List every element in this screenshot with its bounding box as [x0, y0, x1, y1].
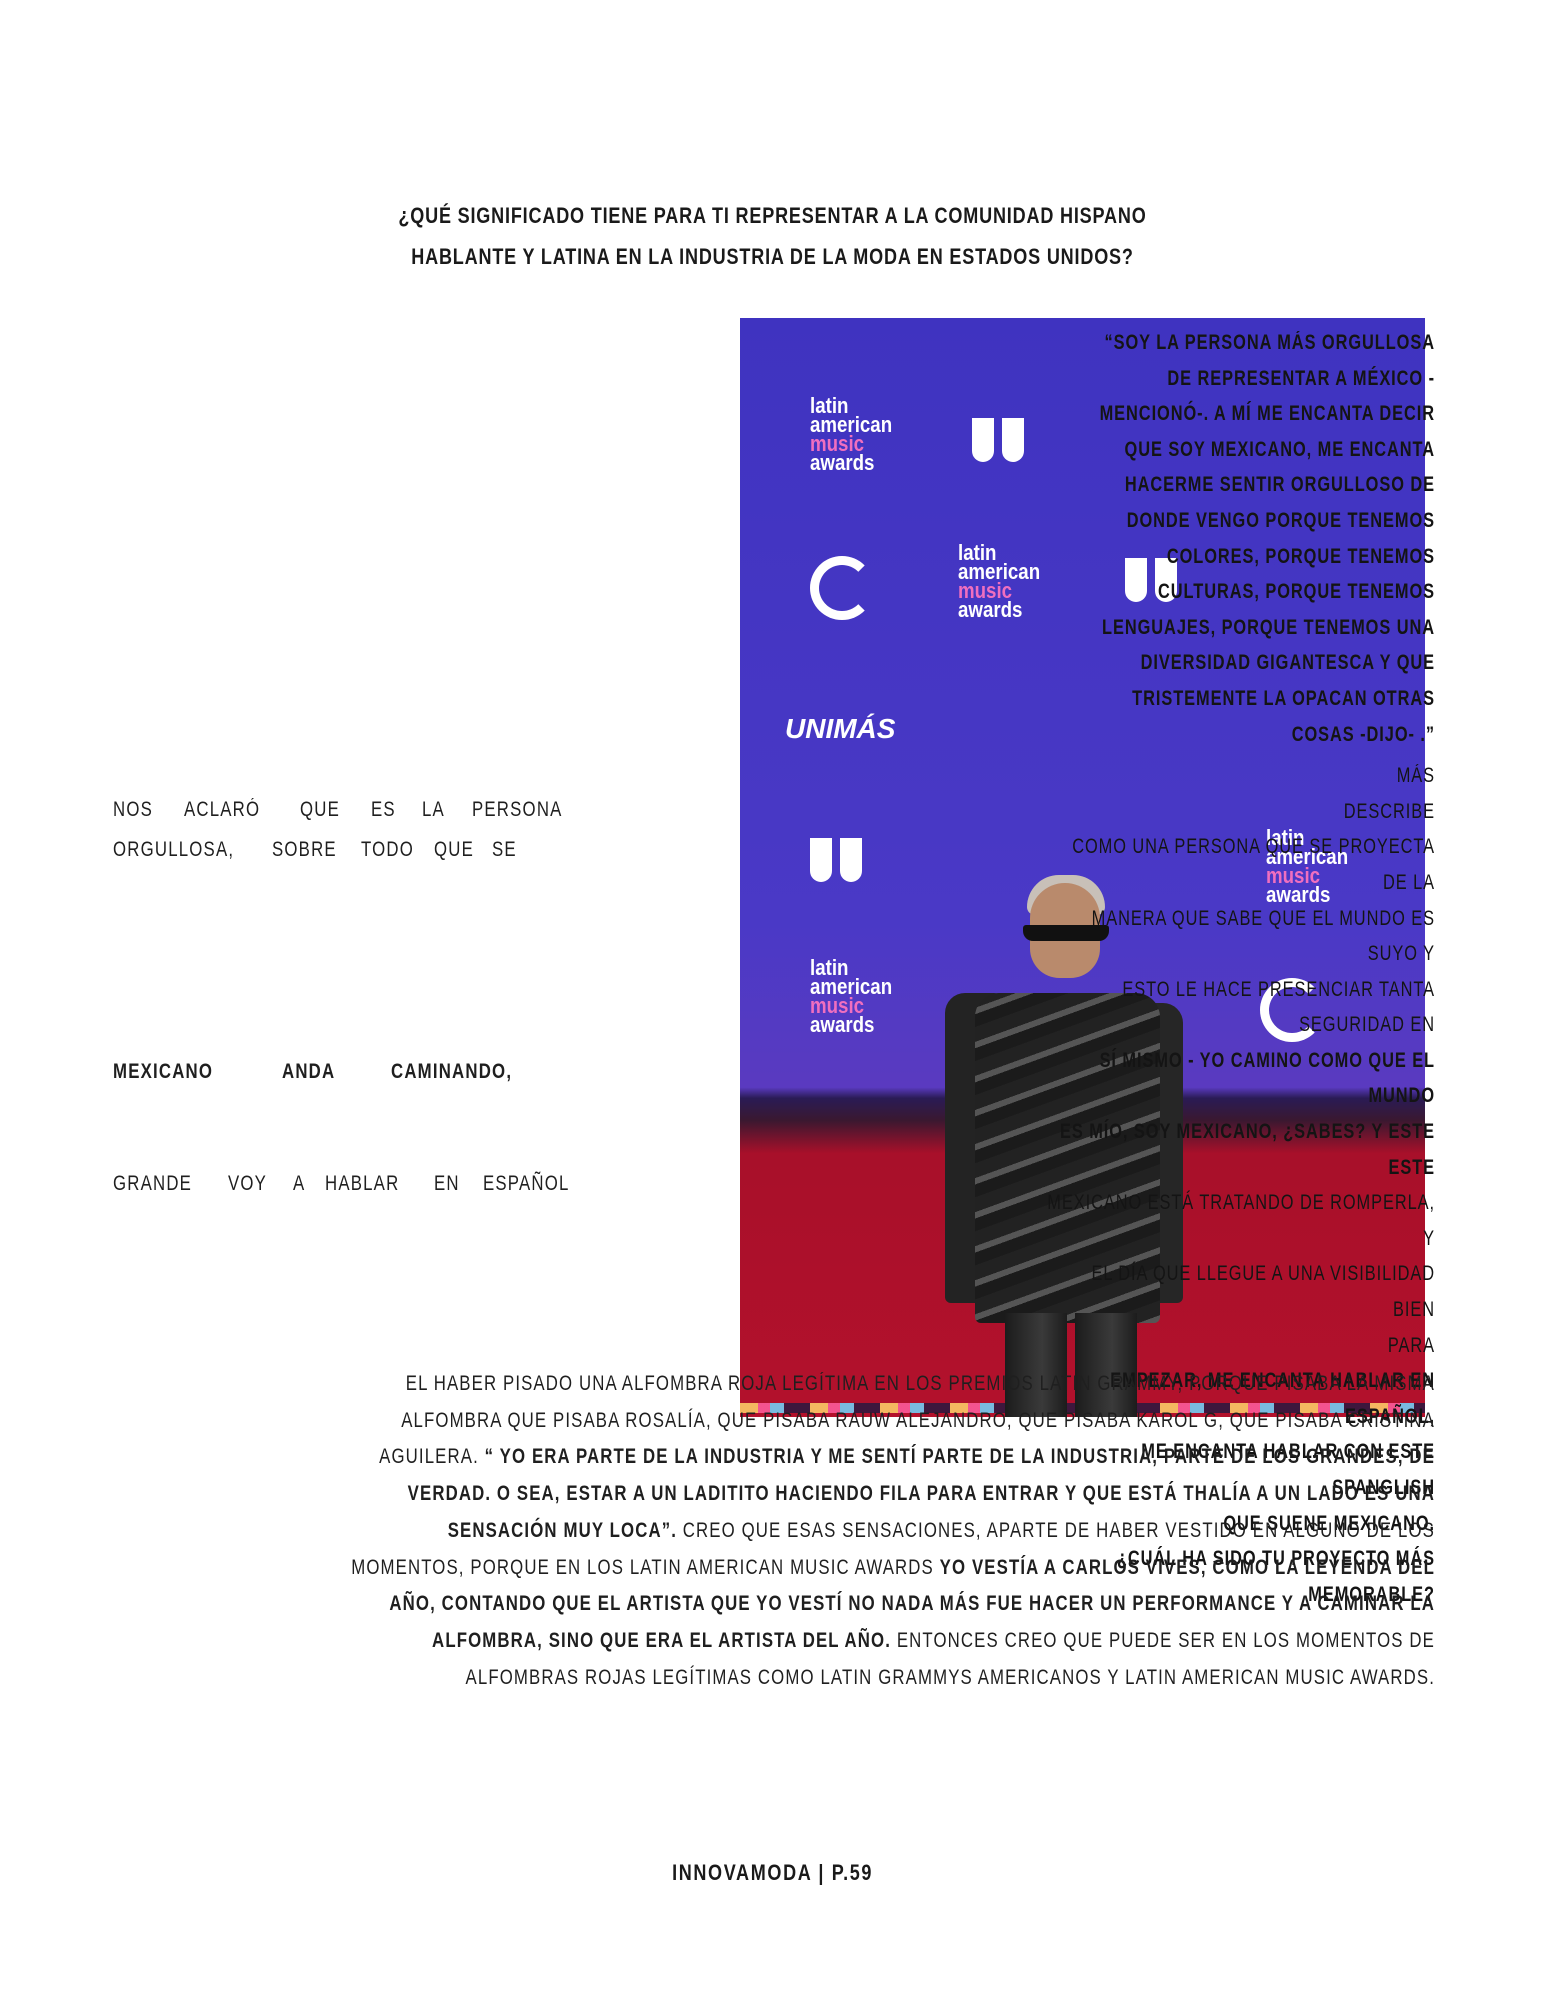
pull-quote-line: COLORES, PORQUE TENEMOS [1166, 544, 1435, 568]
left-word: ESPAÑOL [482, 1172, 570, 1195]
article-text-left-3: GRANDE VOY A HABLAR EN ESPAÑOL [113, 1164, 591, 1204]
pull-quote-line: CULTURAS, PORQUE TENEMOS [1158, 580, 1435, 604]
article-text-left-1: NOS ACLARÓ QUE ES LA PERSONA ORGULLOSA, SOBRE T… [113, 790, 585, 870]
magazine-page-number: INNOVAMODA | P.59 [671, 1860, 873, 1885]
left-line: MEXICANO ANDA CAMINANDO, [113, 1052, 543, 1092]
right-text-line: COMO UNA PERSONA QUE SE PROYECTA DE LA [1072, 835, 1435, 894]
question-line-1: ¿QUÉ SIGNIFICADO TIENE PARA TI REPRESENT… [398, 203, 1147, 228]
pull-quote-line: DIVERSIDAD GIGANTESCA Y QUE [1140, 651, 1435, 675]
left-word: QUE [299, 798, 340, 821]
left-word: MEXICANO [113, 1060, 214, 1083]
left-word: CAMINANDO, [391, 1060, 513, 1083]
univision-logo-icon [810, 838, 862, 890]
left-word: ORGULLOSA, [113, 838, 235, 861]
pull-quote: “SOY LA PERSONA MÁS ORGULLOSA DE REPRESEN… [1045, 325, 1435, 752]
right-text-line: MANERA QUE SABE QUE EL MUNDO ES SUYO Y [1091, 906, 1435, 966]
left-word: ACLARÓ [183, 798, 261, 821]
left-line: ORGULLOSA, SOBRE TODO QUE SE [113, 830, 523, 870]
right-text-line: MEXICANO ESTÁ TRATANDO DE ROMPERLA, Y [1047, 1191, 1435, 1250]
left-word: QUE [434, 838, 475, 861]
right-text-line: ESTE [1388, 1155, 1435, 1179]
pull-quote-line: TRISTEMENTE LA OPACAN OTRAS [1132, 686, 1435, 710]
left-word: VOY [228, 1172, 268, 1195]
awards-logo: latin american music awards [810, 955, 893, 1037]
left-word: GRANDE [113, 1172, 193, 1195]
page-footer: INNOVAMODA | P.59 [0, 1860, 1545, 1886]
right-text-line: ESTO LE HACE PRESENCIAR TANTA SEGURIDAD … [1122, 977, 1435, 1037]
left-word: TODO [360, 838, 414, 861]
left-word: HABLAR [325, 1172, 400, 1195]
left-word: ES [370, 798, 396, 821]
right-text-line: DESCRIBE [1343, 799, 1435, 823]
right-text-line: PARA [1387, 1333, 1435, 1357]
pull-quote-line: “SOY LA PERSONA MÁS ORGULLOSA [1104, 331, 1435, 354]
pull-quote-line: QUE SOY MEXICANO, ME ENCANTA [1124, 437, 1435, 461]
left-word: SOBRE [272, 838, 337, 861]
right-text-line: EL DÍA QUE LLEGUE A UNA VISIBILIDAD BIEN [1091, 1262, 1435, 1322]
unimas-logo: UNIMÁS [785, 713, 896, 744]
left-line: GRANDE VOY A HABLAR EN ESPAÑOL [113, 1164, 591, 1204]
left-word: NOS [113, 798, 154, 821]
pull-quote-line: DE REPRESENTAR A MÉXICO - [1167, 366, 1435, 390]
article-text-left-2: MEXICANO ANDA CAMINANDO, [113, 1052, 543, 1092]
right-text-line: MÁS [1396, 764, 1435, 788]
question-line-2: HABLANTE Y LATINA EN LA INDUSTRIA DE LA … [411, 244, 1134, 269]
pull-quote-line: LENGUAJES, PORQUE TENEMOS UNA [1102, 615, 1435, 639]
left-line: NOS ACLARÓ QUE ES LA PERSONA [113, 790, 585, 830]
right-text-line: SÍ MISMO - YO CAMINO COMO QUE EL MUNDO [1099, 1048, 1435, 1108]
left-word: EN [434, 1172, 461, 1195]
left-word: LA [422, 798, 446, 821]
left-word: ANDA [281, 1060, 335, 1083]
question-heading: ¿QUÉ SIGNIFICADO TIENE PARA TI REPRESENT… [385, 195, 1160, 277]
pull-quote-line: COSAS -DIJO- .” [1291, 722, 1435, 746]
galavision-logo-icon [810, 556, 874, 620]
pull-quote-line: MENCIONÓ-. A MÍ ME ENCANTA DECIR [1099, 402, 1435, 426]
pull-quote-line: HACERME SENTIR ORGULLOSO DE [1124, 473, 1435, 497]
left-word: SE [491, 838, 517, 861]
pull-quote-line: DONDE VENGO PORQUE TENEMOS [1126, 508, 1435, 532]
right-text-line: ES MÍO, SOY MEXICANO, ¿SABES? Y ESTE [1059, 1120, 1435, 1144]
memorable-project-answer: EL HABER PISADO UNA ALFOMBRA ROJA LEGÍTI… [340, 1366, 1435, 1696]
awards-logo: latin american music awards [810, 393, 893, 475]
left-word: A [293, 1172, 306, 1195]
left-word: PERSONA [471, 798, 563, 821]
